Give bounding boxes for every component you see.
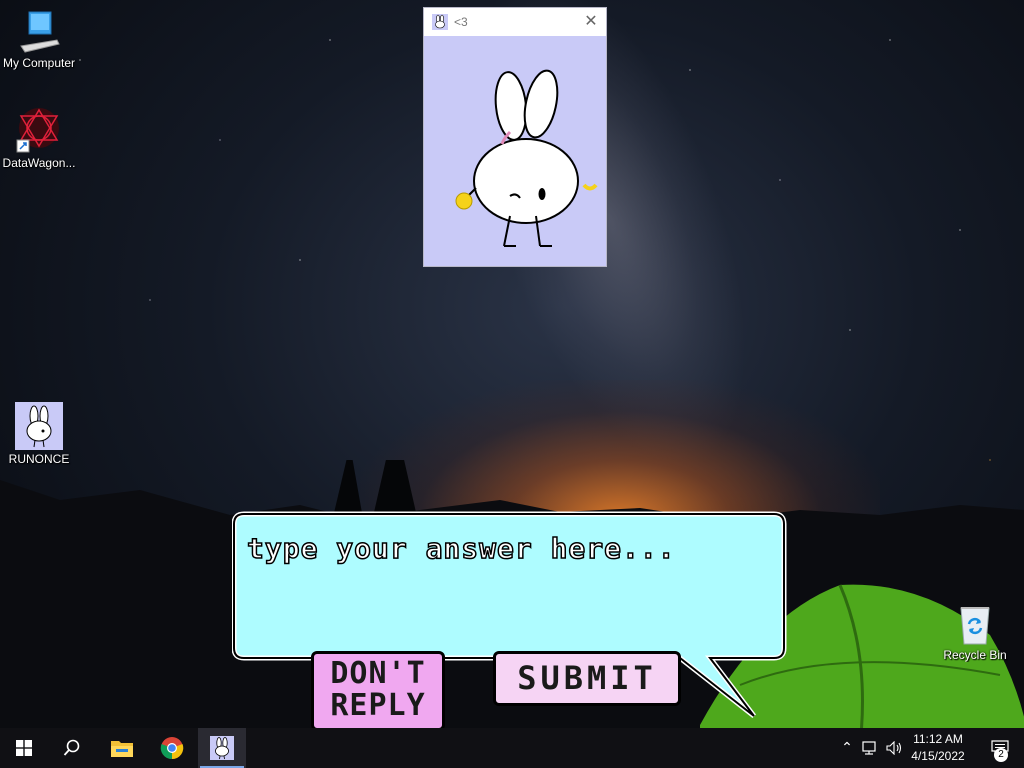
notification-count-badge: 2 [994, 748, 1008, 762]
desktop-icon-datawagon[interactable]: DataWagon... [0, 106, 78, 170]
clock[interactable]: 11:12 AM 4/15/2022 [906, 731, 970, 765]
dont-reply-button[interactable]: DON'T REPLY [311, 651, 445, 728]
volume-icon[interactable] [886, 741, 904, 755]
clock-date: 4/15/2022 [911, 749, 965, 763]
taskbar-bunny-app[interactable] [198, 728, 246, 768]
desktop-icon-label: DataWagon... [2, 156, 76, 170]
desktop-icon-label: Recycle Bin [943, 648, 1007, 662]
windows-start-icon [16, 740, 32, 756]
desktop-icon-label: RUNONCE [8, 452, 70, 466]
dont-reply-label-line2: REPLY [330, 688, 426, 723]
dont-reply-label-line1: DON'T [330, 656, 426, 691]
chevron-up-icon[interactable]: ⌃ [838, 740, 856, 756]
datawagon-icon [16, 108, 59, 153]
bunny-app-icon [15, 402, 63, 450]
system-tray: ⌃ [838, 728, 904, 768]
bunny-app-icon [210, 736, 234, 760]
notification-center-button[interactable]: 2 [976, 728, 1024, 768]
start-button[interactable] [0, 728, 48, 768]
chrome-icon [160, 737, 184, 760]
desktop-icon-recycle-bin[interactable]: Recycle Bin [936, 602, 1014, 662]
desktop-icon-runonce[interactable]: RUNONCE [0, 402, 78, 466]
file-explorer-icon [111, 741, 133, 757]
taskbar-chrome[interactable] [148, 728, 196, 768]
submit-button[interactable]: SUBMIT [493, 651, 681, 706]
search-icon [63, 739, 80, 756]
popup-titlebar[interactable]: <3 ✕ [424, 8, 606, 35]
taskbar: ⌃ 11:12 AM 4/15/2022 2 [0, 728, 1024, 768]
popup-content [424, 36, 606, 266]
desktop: My Computer DataWagon... RUNONCE Recycle… [0, 0, 1024, 728]
bunny-holding-ball-icon [455, 69, 598, 247]
bunny-app-icon [432, 13, 448, 30]
taskbar-file-explorer[interactable] [98, 728, 146, 768]
computer-icon [20, 11, 60, 53]
close-icon: ✕ [584, 11, 598, 30]
desktop-icon-label: My Computer [2, 56, 76, 70]
answer-input[interactable] [247, 528, 767, 568]
network-icon[interactable] [862, 741, 880, 755]
search-button[interactable] [48, 728, 96, 768]
bunny-popup-window[interactable]: <3 ✕ [423, 7, 607, 267]
recycle-bin-icon [960, 607, 990, 645]
popup-title: <3 [454, 14, 468, 29]
desktop-icon-my-computer[interactable]: My Computer [0, 10, 78, 70]
clock-time: 11:12 AM [913, 732, 963, 746]
close-button[interactable]: ✕ [582, 12, 600, 30]
